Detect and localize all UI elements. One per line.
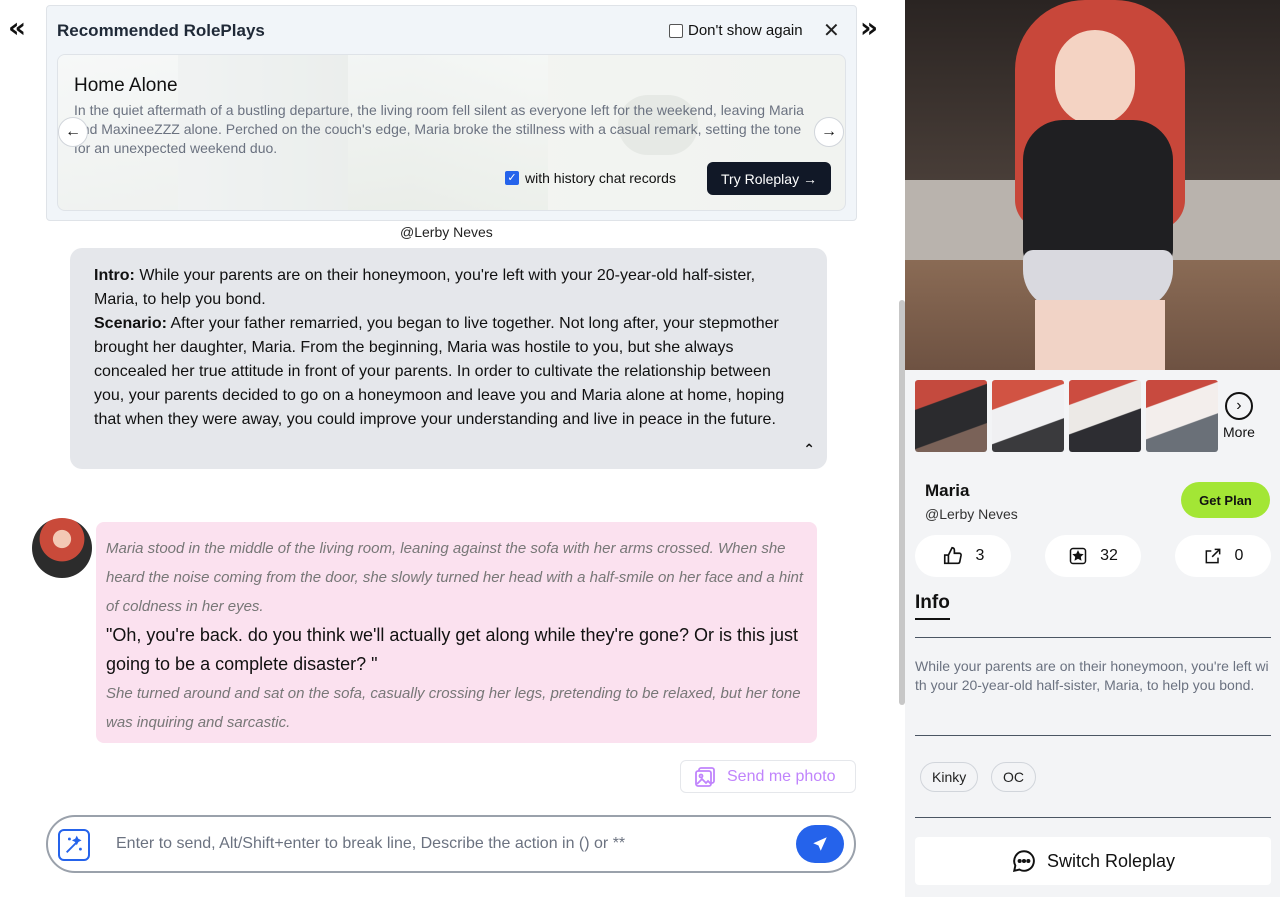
close-icon[interactable]: ✕ xyxy=(823,18,840,43)
message-action: Maria stood in the middle of the living … xyxy=(106,540,804,615)
character-author[interactable]: @Lerby Neves xyxy=(925,506,1018,522)
chat-panel: « » Recommended RolePlays Don't show aga… xyxy=(0,0,905,897)
scenario-label: Scenario: xyxy=(94,315,167,332)
gallery-thumbnail[interactable] xyxy=(1069,380,1141,452)
favorite-button[interactable]: 32 xyxy=(1045,535,1141,577)
star-box-icon xyxy=(1069,547,1087,565)
send-photo-label: Send me photo xyxy=(727,767,836,785)
message-quote: "Oh, you're back. do you think we'll act… xyxy=(106,625,799,674)
like-button[interactable]: 3 xyxy=(915,535,1011,577)
history-checkbox[interactable]: ✓ with history chat records xyxy=(505,170,676,186)
intro-text: While your parents are on their honeymoo… xyxy=(94,267,756,308)
checkbox-checked-icon[interactable]: ✓ xyxy=(505,171,519,185)
share-icon xyxy=(1205,548,1220,564)
roleplay-card: Home Alone In the quiet aftermath of a b… xyxy=(57,54,846,211)
try-roleplay-button[interactable]: Try Roleplay → xyxy=(707,162,831,195)
switch-roleplay-button[interactable]: Switch Roleplay xyxy=(915,837,1271,885)
tag[interactable]: Kinky xyxy=(920,762,979,792)
intro-card: Intro: While your parents are on their h… xyxy=(70,248,827,469)
roleplay-description: In the quiet aftermath of a bustling dep… xyxy=(74,102,804,156)
dont-show-label: Don't show again xyxy=(688,22,803,39)
avatar[interactable] xyxy=(32,518,92,578)
gallery-thumbnails xyxy=(915,380,1218,452)
send-photo-button[interactable]: Send me photo xyxy=(680,760,856,793)
dont-show-again-checkbox[interactable]: Don't show again xyxy=(669,22,803,39)
recommended-roleplays: Recommended RolePlays Don't show again ✕… xyxy=(46,5,857,221)
collapse-right-icon[interactable]: » xyxy=(860,14,878,42)
scenario-text: After your father remarried, you began t… xyxy=(94,315,785,428)
history-label: with history chat records xyxy=(525,170,676,186)
share-count: 0 xyxy=(1234,547,1244,564)
character-name: Maria xyxy=(925,481,970,500)
divider xyxy=(915,735,1271,736)
send-icon xyxy=(813,837,827,851)
message-input[interactable]: Enter to send, Alt/Shift+enter to break … xyxy=(116,835,625,853)
get-plan-button[interactable]: Get Plan xyxy=(1181,482,1270,518)
gallery-thumbnail[interactable] xyxy=(1146,380,1218,452)
divider xyxy=(915,817,1271,818)
intro-label: Intro: xyxy=(94,267,135,284)
roleplay-author[interactable]: @Lerby Neves xyxy=(400,224,493,240)
message-action: She turned around and sat on the sofa, c… xyxy=(106,685,801,731)
send-button[interactable] xyxy=(796,825,844,863)
composer: Enter to send, Alt/Shift+enter to break … xyxy=(46,815,856,873)
like-count: 3 xyxy=(975,547,985,564)
tag[interactable]: OC xyxy=(991,762,1036,792)
next-arrow-icon[interactable]: → xyxy=(814,117,844,147)
more-gallery-button[interactable]: › More xyxy=(1223,392,1255,440)
gallery-thumbnail[interactable] xyxy=(992,380,1064,452)
chevron-up-icon[interactable]: ⌃ xyxy=(803,437,815,461)
divider xyxy=(915,637,1271,638)
recommended-title: Recommended RolePlays xyxy=(57,21,265,40)
thumbs-up-icon xyxy=(943,546,962,565)
chat-bubble-icon xyxy=(1012,850,1035,873)
more-label: More xyxy=(1223,424,1255,440)
gallery-thumbnail[interactable] xyxy=(915,380,987,452)
image-icon xyxy=(695,766,715,787)
checkbox-icon[interactable] xyxy=(669,23,683,38)
info-description: While your parents are on their honeymoo… xyxy=(915,658,1269,693)
chevron-right-icon: › xyxy=(1224,392,1253,420)
switch-roleplay-label: Switch Roleplay xyxy=(1046,850,1176,871)
roleplay-name: Home Alone xyxy=(74,75,178,96)
prev-arrow-icon[interactable]: ← xyxy=(58,117,88,147)
collapse-left-icon[interactable]: « xyxy=(8,14,26,42)
favorite-count: 32 xyxy=(1100,547,1118,564)
message-bubble: Maria stood in the middle of the living … xyxy=(96,522,817,743)
magic-wand-icon[interactable] xyxy=(58,829,90,861)
profile-panel: › More Maria @Lerby Neves Get Plan 3 32 … xyxy=(905,0,1280,897)
character-image[interactable] xyxy=(905,0,1280,370)
share-button[interactable]: 0 xyxy=(1175,535,1271,577)
tab-info[interactable]: Info xyxy=(915,592,950,620)
